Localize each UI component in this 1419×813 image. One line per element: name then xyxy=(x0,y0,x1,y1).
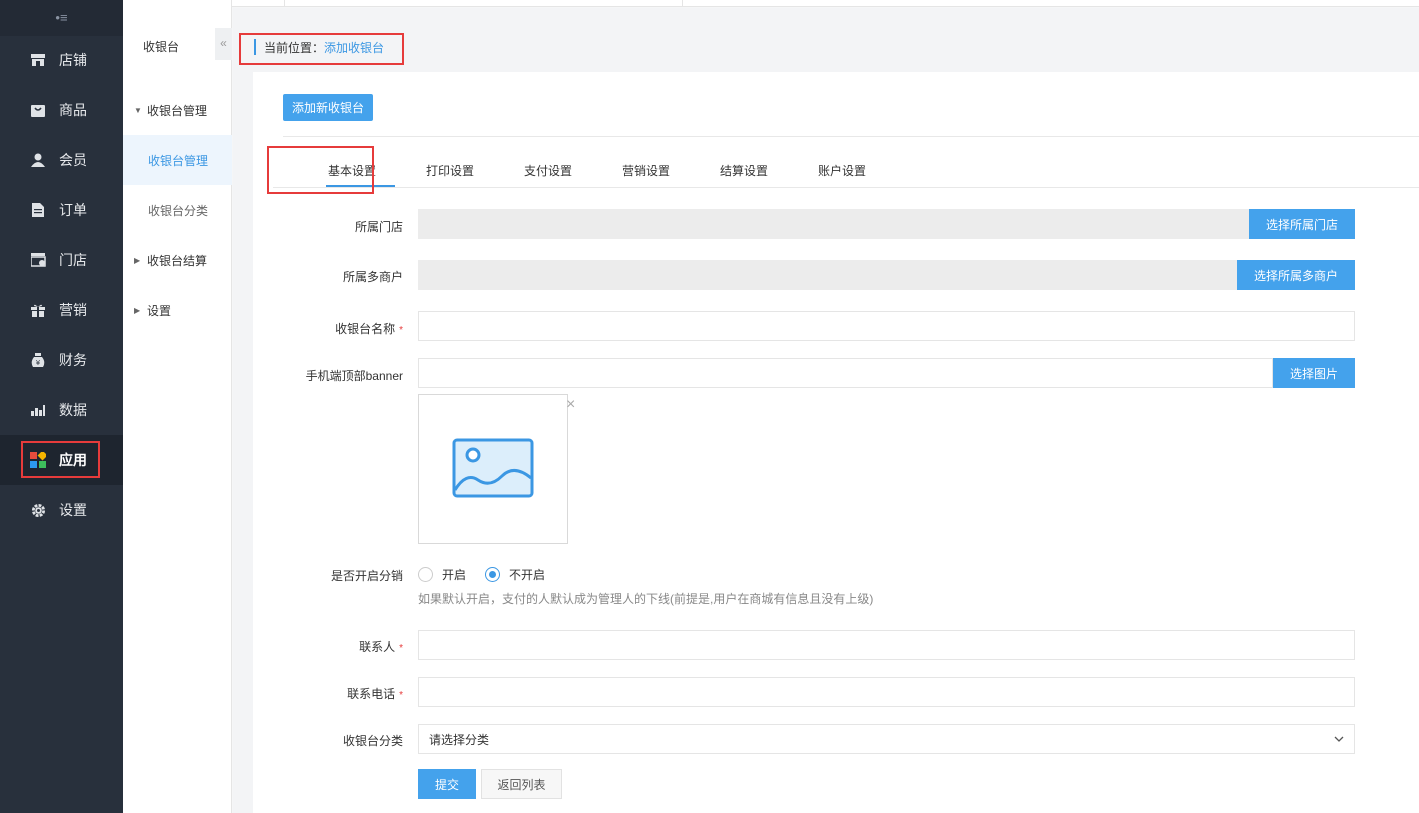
document-icon xyxy=(30,202,46,218)
phone-label: 联系电话 * xyxy=(347,687,403,701)
close-icon[interactable]: × xyxy=(566,396,575,414)
tab-marketing-settings[interactable]: 营销设置 xyxy=(622,162,670,179)
bag-icon xyxy=(30,102,46,118)
secondary-nav-panel: 收银台 ▼ 收银台管理 收银台管理 收银台分类 ▶ 收银台结算 ▶ 设置 xyxy=(123,0,232,813)
cashier-name-label: 收银台名称 * xyxy=(335,322,403,336)
nav-item-cashier-category[interactable]: 收银台分类 xyxy=(123,185,232,235)
sidebar-item-member[interactable]: 会员 xyxy=(0,135,123,185)
sidebar-item-label: 商品 xyxy=(59,102,87,118)
sidebar-item-shop[interactable]: 门店 xyxy=(0,235,123,285)
top-bar xyxy=(123,0,1419,7)
merchant-field xyxy=(418,260,1237,290)
category-select[interactable]: 请选择分类 xyxy=(418,724,1355,754)
gear-icon xyxy=(30,502,46,518)
caret-right-icon: ▶ xyxy=(134,305,141,315)
sidebar-item-label: 数据 xyxy=(59,402,87,418)
caret-down-icon: ▼ xyxy=(134,105,142,115)
svg-text:¥: ¥ xyxy=(36,359,41,367)
sidebar-item-finance[interactable]: ¥ 财务 xyxy=(0,335,123,385)
store-icon xyxy=(30,52,46,68)
main-sidebar: •≡ 店铺 商品 会员 订单 门店 营销 ¥ 财务 数据 应用 设置 xyxy=(0,0,123,813)
gift-icon xyxy=(30,302,46,318)
banner-label: 手机端顶部banner xyxy=(305,369,403,383)
sidebar-item-label: 会员 xyxy=(59,152,87,168)
settings-tabs: 基本设置 打印设置 支付设置 营销设置 结算设置 账户设置 xyxy=(273,152,1419,188)
money-bag-icon: ¥ xyxy=(30,352,46,368)
sidebar-item-settings[interactable]: 设置 xyxy=(0,485,123,535)
form-card: 添加新收银台 基本设置 打印设置 支付设置 营销设置 结算设置 账户设置 所属门… xyxy=(253,72,1419,813)
distribution-label: 是否开启分销 xyxy=(330,569,403,583)
radio-disable[interactable]: 不开启 xyxy=(485,566,545,583)
nav-group-settings[interactable]: ▶ 设置 xyxy=(123,285,232,335)
contact-label: 联系人 * xyxy=(359,640,403,654)
nav-group-cashier-management[interactable]: ▼ 收银台管理 xyxy=(123,85,232,135)
nav-group-label: 收银台结算 xyxy=(147,253,208,268)
banner-preview[interactable] xyxy=(418,394,568,544)
tab-settlement-settings[interactable]: 结算设置 xyxy=(720,162,768,179)
back-to-list-button[interactable]: 返回列表 xyxy=(481,769,562,799)
sidebar-item-label: 订单 xyxy=(59,202,87,218)
category-label: 收银台分类 xyxy=(342,734,403,748)
select-image-button[interactable]: 选择图片 xyxy=(1273,358,1355,388)
nav-item-label: 收银台分类 xyxy=(148,203,209,218)
chart-icon xyxy=(30,402,46,418)
category-select-value: 请选择分类 xyxy=(429,732,490,747)
sidebar-item-marketing[interactable]: 营销 xyxy=(0,285,123,335)
chevron-down-icon xyxy=(1334,736,1344,742)
banner-url-input[interactable] xyxy=(418,358,1273,388)
submit-button[interactable]: 提交 xyxy=(418,769,476,799)
caret-right-icon: ▶ xyxy=(134,255,141,265)
nav-item-label: 收银台管理 xyxy=(148,153,209,168)
main-content: 当前位置： 添加收银台 添加新收银台 基本设置 打印设置 支付设置 营销设置 结… xyxy=(233,8,1419,813)
nav-group-label: 设置 xyxy=(147,303,172,318)
sidebar-item-label: 营销 xyxy=(59,302,87,318)
nav-item-cashier-management[interactable]: 收银台管理 xyxy=(123,135,232,185)
radio-circle xyxy=(418,567,433,582)
sidebar-item-order[interactable]: 订单 xyxy=(0,185,123,235)
sidebar-item-store[interactable]: 店铺 xyxy=(0,35,123,85)
select-merchant-button[interactable]: 选择所属多商户 xyxy=(1237,260,1355,290)
store-label: 所属门店 xyxy=(354,220,403,234)
panel-title: 收银台 xyxy=(143,40,180,54)
distribution-hint: 如果默认开启，支付的人默认成为管理人的下线(前提是,用户在商城有信息且没有上级) xyxy=(418,592,874,606)
cashier-name-input[interactable] xyxy=(418,311,1355,341)
merchant-label: 所属多商户 xyxy=(342,270,403,284)
sidebar-item-label: 门店 xyxy=(59,252,87,268)
shop-icon xyxy=(30,252,46,268)
store-field xyxy=(418,209,1249,239)
contact-input[interactable] xyxy=(418,630,1355,660)
highlight-box-tab xyxy=(267,146,374,194)
panel-collapse-button[interactable]: « xyxy=(215,28,232,60)
nav-group-label: 收银台管理 xyxy=(147,103,208,118)
add-cashier-button[interactable]: 添加新收银台 xyxy=(283,94,373,121)
phone-input[interactable] xyxy=(418,677,1355,707)
tab-account-settings[interactable]: 账户设置 xyxy=(818,162,866,179)
image-placeholder-icon xyxy=(452,438,534,498)
tab-print-settings[interactable]: 打印设置 xyxy=(426,162,474,179)
highlight-box-apps xyxy=(21,441,100,478)
sidebar-item-goods[interactable]: 商品 xyxy=(0,85,123,135)
sidebar-collapse-button[interactable]: •≡ xyxy=(0,0,123,36)
nav-group-cashier-settlement[interactable]: ▶ 收银台结算 xyxy=(123,235,232,285)
radio-circle-checked xyxy=(485,567,500,582)
sidebar-item-label: 设置 xyxy=(59,502,87,518)
select-store-button[interactable]: 选择所属门店 xyxy=(1249,209,1355,239)
sidebar-item-data[interactable]: 数据 xyxy=(0,385,123,435)
highlight-box-breadcrumb xyxy=(239,33,404,65)
user-icon xyxy=(30,152,46,168)
sidebar-item-label: 财务 xyxy=(59,352,87,368)
tab-payment-settings[interactable]: 支付设置 xyxy=(524,162,572,179)
sidebar-item-label: 店铺 xyxy=(59,52,87,68)
radio-enable[interactable]: 开启 xyxy=(418,566,466,583)
